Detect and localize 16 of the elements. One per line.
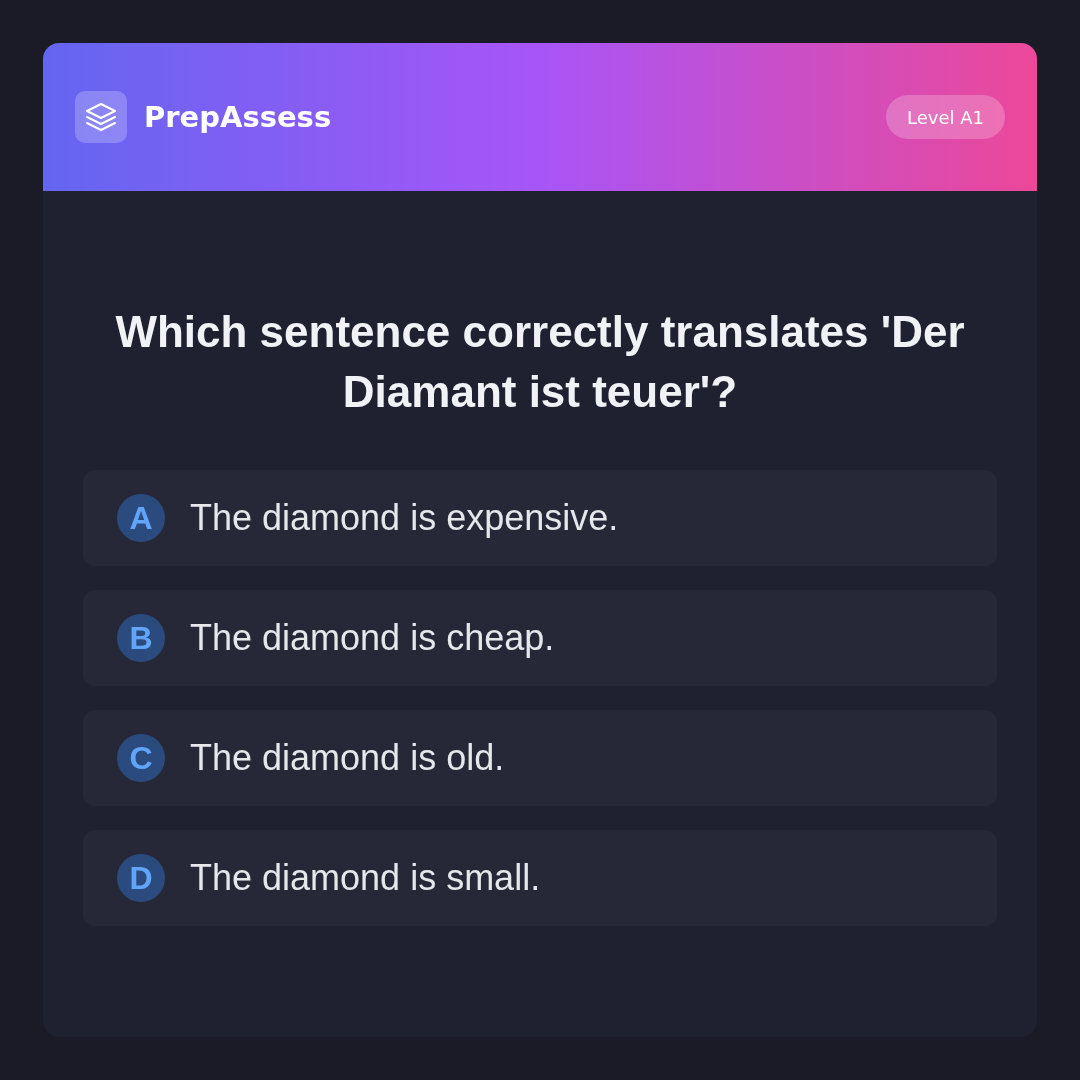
option-letter: A: [117, 494, 165, 542]
option-letter: D: [117, 854, 165, 902]
answer-option[interactable]: C The diamond is old.: [83, 710, 997, 806]
option-letter: C: [117, 734, 165, 782]
brand-name: PrepAssess: [144, 100, 332, 134]
option-text: The diamond is old.: [190, 737, 505, 779]
option-letter: B: [117, 614, 165, 662]
option-text: The diamond is expensive.: [190, 497, 619, 539]
option-text: The diamond is small.: [190, 857, 541, 899]
level-badge: Level A1: [886, 95, 1005, 139]
answer-option[interactable]: A The diamond is expensive.: [83, 470, 997, 566]
answer-option[interactable]: B The diamond is cheap.: [83, 590, 997, 686]
answer-option[interactable]: D The diamond is small.: [83, 830, 997, 926]
option-text: The diamond is cheap.: [190, 617, 555, 659]
layers-icon: [75, 91, 127, 143]
question-text: Which sentence correctly translates 'Der Diamant ist teuer'?: [114, 306, 966, 418]
